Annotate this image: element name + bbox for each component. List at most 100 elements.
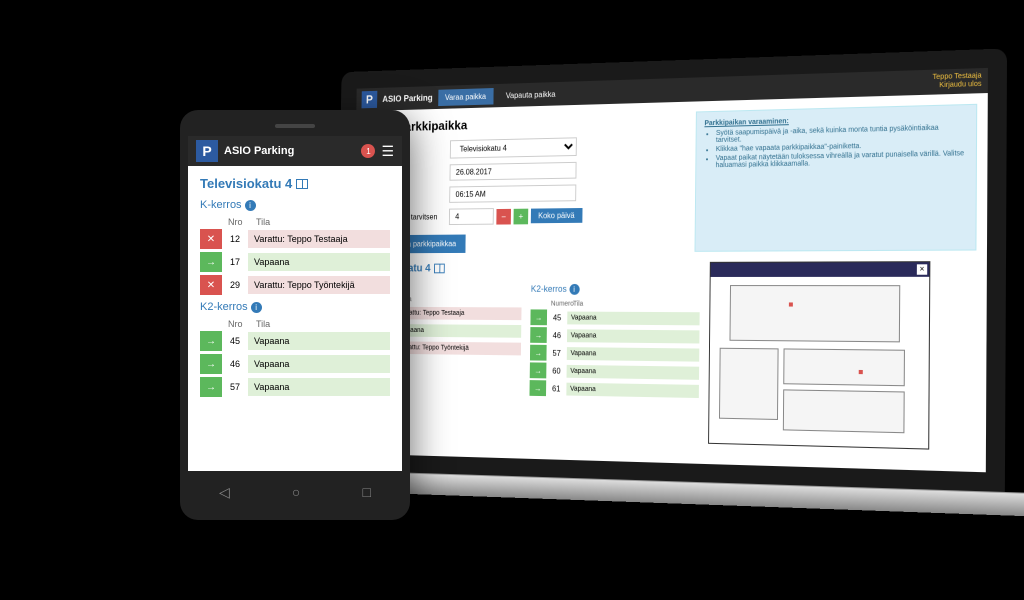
parking-row[interactable]: →17Vapaana xyxy=(200,252,390,272)
whole-day-button[interactable]: Koko päivä xyxy=(531,208,582,223)
page-title: Varaa parkkipaikka xyxy=(365,112,687,135)
menu-icon[interactable]: ☰ xyxy=(381,143,394,160)
user-block[interactable]: Teppo Testaaja Kirjaudu ulos xyxy=(933,72,982,91)
laptop-screen: P ASIO Parking Varaa paikka Vapauta paik… xyxy=(335,48,1007,492)
parking-row[interactable]: →45Vapaana xyxy=(200,331,390,351)
parking-row[interactable]: →61Vapaana xyxy=(529,380,698,399)
parking-row[interactable]: ✕12Varattu: Teppo Testaaja xyxy=(200,229,390,249)
phone-body: Televisiokatu 4 K-kerros i NroTila ✕12Va… xyxy=(188,166,402,410)
results-col-k2: K2-kerros i NumeroTila →45Vapaana→46Vapa… xyxy=(529,262,700,444)
spot-status: Varattu: Teppo Testaaja xyxy=(248,230,390,248)
spot-status: Vapaana xyxy=(567,329,700,343)
reserve-icon[interactable]: → xyxy=(530,327,547,343)
logo-icon: P xyxy=(196,140,218,162)
logo-icon: P xyxy=(362,91,378,109)
hours-input[interactable] xyxy=(449,208,494,225)
spot-number: 57 xyxy=(222,382,248,392)
reserve-icon[interactable]: → xyxy=(530,309,547,325)
spot-status: Vapaana xyxy=(566,382,699,397)
tab-reserve[interactable]: Varaa paikka xyxy=(438,88,494,106)
spot-status: Varattu: Teppo Työntekijä xyxy=(248,276,390,294)
brand-name: ASIO Parking xyxy=(224,145,355,157)
floor-k2-title: K2-kerros i xyxy=(200,301,390,313)
hours-plus-button[interactable]: + xyxy=(514,208,529,224)
parking-row[interactable]: →45Vapaana xyxy=(530,309,699,326)
logout-link[interactable]: Kirjaudu ulos xyxy=(933,81,982,91)
floor-k2-title: K2-kerros i xyxy=(531,284,700,295)
spot-number: 61 xyxy=(546,384,566,393)
info-item: Vapaat paikat näytetään tuloksessa vihre… xyxy=(716,150,968,169)
brand-name: ASIO Parking xyxy=(382,93,432,104)
reserve-icon[interactable]: → xyxy=(529,380,546,396)
spot-status: Vapaana xyxy=(248,378,390,396)
results-section: Televisiokatu 4 K-kerros i NumeroTila ✕1… xyxy=(351,261,987,451)
spot-status: Vapaana xyxy=(396,324,521,338)
date-input[interactable] xyxy=(450,162,577,181)
laptop-app: P ASIO Parking Varaa paikka Vapauta paik… xyxy=(351,68,988,472)
map-icon[interactable] xyxy=(434,264,445,274)
spot-status: Vapaana xyxy=(248,332,390,350)
spot-number: 46 xyxy=(222,359,248,369)
app-header: P ASIO Parking 1 ☰ xyxy=(188,136,402,166)
phone-mockup: P ASIO Parking 1 ☰ Televisiokatu 4 K-ker… xyxy=(180,110,410,520)
reserve-icon[interactable]: → xyxy=(530,362,547,378)
popup-header: × xyxy=(711,262,930,277)
spot-number: 17 xyxy=(222,257,248,267)
spot-status: Vapaana xyxy=(248,355,390,373)
spot-status: Vapaana xyxy=(567,311,699,325)
info-icon[interactable]: i xyxy=(569,284,579,295)
location-text: Televisiokatu 4 xyxy=(200,176,292,191)
tab-release[interactable]: Vapauta paikka xyxy=(498,85,562,104)
phone-app: P ASIO Parking 1 ☰ Televisiokatu 4 K-ker… xyxy=(188,136,402,471)
spot-status: Vapaana xyxy=(248,253,390,271)
parking-row[interactable]: →57Vapaana xyxy=(530,345,699,363)
spot-status: Varattu: Teppo Testaaja xyxy=(396,306,521,319)
floorplan-popup[interactable]: × xyxy=(708,261,930,449)
table-header: NroTila xyxy=(200,215,390,229)
parking-row[interactable]: →60Vapaana xyxy=(530,362,699,380)
spot-number: 29 xyxy=(222,280,248,290)
info-icon[interactable]: i xyxy=(245,200,256,211)
spot-number: 46 xyxy=(547,331,567,340)
form-area: Varaa parkkipaikka Paikka Televisiokatu … xyxy=(363,112,687,254)
location-select[interactable]: Televisiokatu 4 xyxy=(450,137,577,158)
parking-row[interactable]: →46Vapaana xyxy=(530,327,699,344)
hours-minus-button[interactable]: − xyxy=(496,208,511,224)
location-title: Televisiokatu 4 xyxy=(200,176,390,191)
parking-row[interactable]: →46Vapaana xyxy=(200,354,390,374)
reserve-icon[interactable]: → xyxy=(200,354,222,374)
reserve-icon[interactable]: → xyxy=(530,345,547,361)
cancel-icon[interactable]: ✕ xyxy=(200,229,222,249)
info-icon[interactable]: i xyxy=(251,302,262,313)
spot-number: 45 xyxy=(222,336,248,346)
spot-number: 60 xyxy=(546,366,566,375)
close-icon[interactable]: × xyxy=(917,264,927,274)
floorplan-image[interactable] xyxy=(709,277,929,449)
info-box: Parkkipaikan varaaminen: Syötä saapumisp… xyxy=(695,104,978,252)
time-input[interactable] xyxy=(449,184,576,202)
table-header: NroTila xyxy=(200,317,390,331)
cancel-icon[interactable]: ✕ xyxy=(200,275,222,295)
floor-k-title: K-kerros i xyxy=(200,199,390,211)
phone-nav-bar: ◁ ○ □ xyxy=(188,477,402,507)
spot-status: Varattu: Teppo Työntekijä xyxy=(396,341,521,355)
map-icon[interactable] xyxy=(296,179,308,189)
form-section: Varaa parkkipaikka Paikka Televisiokatu … xyxy=(354,93,988,263)
reserve-icon[interactable]: → xyxy=(200,252,222,272)
notification-badge[interactable]: 1 xyxy=(361,144,375,158)
spot-status: Vapaana xyxy=(567,364,700,379)
nav-back-icon[interactable]: ◁ xyxy=(219,484,230,501)
nav-home-icon[interactable]: ○ xyxy=(292,484,300,500)
spot-number: 12 xyxy=(222,234,248,244)
parking-row[interactable]: ✕29Varattu: Teppo Työntekijä xyxy=(200,275,390,295)
spot-status: Vapaana xyxy=(567,347,700,362)
nav-recent-icon[interactable]: □ xyxy=(362,484,370,500)
spot-number: 45 xyxy=(547,313,567,322)
laptop-mockup: P ASIO Parking Varaa paikka Vapauta paik… xyxy=(335,48,1007,515)
table-header: NumeroTila xyxy=(531,299,700,311)
parking-row[interactable]: →57Vapaana xyxy=(200,377,390,397)
reserve-icon[interactable]: → xyxy=(200,377,222,397)
reserve-icon[interactable]: → xyxy=(200,331,222,351)
phone-speaker xyxy=(275,124,315,128)
spot-number: 57 xyxy=(546,348,566,357)
